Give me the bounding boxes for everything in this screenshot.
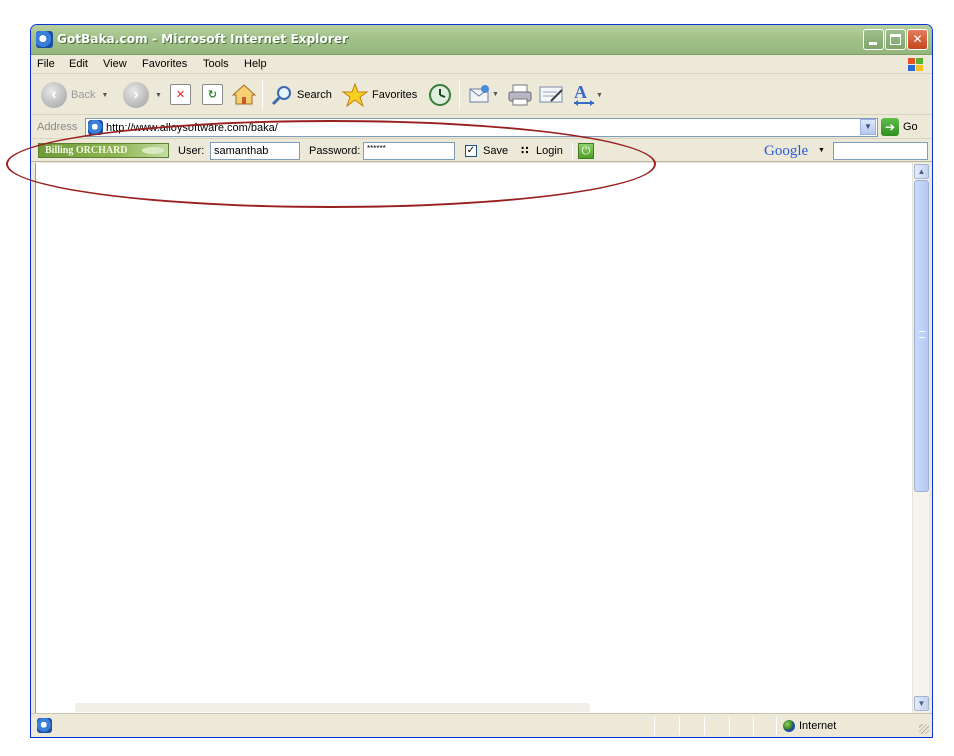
back-arrow-icon: ‹ xyxy=(41,82,67,108)
user-label: User: xyxy=(178,145,205,157)
toolbar-separator xyxy=(459,81,460,109)
history-icon xyxy=(429,84,451,106)
edit-page-icon xyxy=(539,86,563,103)
address-input[interactable]: http://www.alloysoftware.com/baka/ xyxy=(85,118,878,137)
forward-dropdown-icon[interactable]: ▼ xyxy=(155,92,162,99)
status-panel-divider xyxy=(654,717,655,735)
go-button[interactable]: Go xyxy=(903,121,918,133)
billing-orchard-toolbar: Billing ORCHARD User: samanthab Password… xyxy=(31,140,932,162)
page-content xyxy=(35,163,912,713)
windows-flag-icon xyxy=(908,58,923,71)
close-icon: ✕ xyxy=(912,32,923,46)
status-page-icon xyxy=(37,718,52,733)
scroll-thumb[interactable] xyxy=(914,180,929,492)
google-dropdown-icon[interactable]: ▼ xyxy=(818,147,825,154)
back-dropdown-icon[interactable]: ▼ xyxy=(101,92,108,99)
billing-orchard-logo-text: Billing ORCHARD xyxy=(45,145,128,156)
menu-help[interactable]: Help xyxy=(244,58,267,70)
search-icon xyxy=(271,86,291,106)
address-dropdown-icon[interactable]: ▼ xyxy=(860,119,876,135)
history-button[interactable] xyxy=(428,83,452,107)
status-panel-divider xyxy=(704,717,705,735)
ie-icon xyxy=(36,31,53,48)
user-value: samanthab xyxy=(214,145,269,157)
menu-tools[interactable]: Tools xyxy=(203,58,229,70)
google-logo[interactable]: Google xyxy=(764,143,808,159)
security-zone: Internet xyxy=(799,720,837,732)
svg-text:A: A xyxy=(574,82,587,102)
print-button[interactable] xyxy=(507,83,533,107)
power-icon[interactable]: ⏻ xyxy=(578,143,594,159)
standard-toolbar: ‹ Back ▼ › ▼ ✕ ↻ Search Favorites ▼ A ▼ xyxy=(31,75,932,115)
mail-icon xyxy=(469,85,489,103)
save-label[interactable]: Save xyxy=(483,145,508,157)
scroll-up-icon[interactable]: ▲ xyxy=(914,164,929,179)
back-label: Back xyxy=(71,89,96,101)
vertical-scrollbar[interactable]: ▲ ▼ xyxy=(912,163,929,713)
address-bar: Address http://www.alloysoftware.com/bak… xyxy=(31,116,932,139)
printer-icon xyxy=(508,84,532,106)
home-button[interactable] xyxy=(232,83,256,105)
maximize-button[interactable] xyxy=(885,29,906,50)
minimize-icon xyxy=(869,42,877,45)
back-button[interactable]: ‹ Back ▼ xyxy=(41,82,108,108)
password-value: ****** xyxy=(367,144,386,153)
status-panel-divider xyxy=(729,717,730,735)
refresh-button[interactable]: ↻ xyxy=(202,84,223,105)
menu-edit[interactable]: Edit xyxy=(69,58,88,70)
address-url: http://www.alloysoftware.com/baka/ xyxy=(106,122,278,134)
save-checkbox[interactable]: ✓ xyxy=(465,145,477,157)
toolbar-separator xyxy=(262,81,263,109)
billing-orchard-logo[interactable]: Billing ORCHARD xyxy=(38,143,169,158)
login-button[interactable]: Login xyxy=(536,145,563,157)
password-input[interactable]: ****** xyxy=(363,142,455,160)
favorites-button[interactable]: Favorites xyxy=(342,83,417,107)
window-title: GotBaka.com - Microsoft Internet Explore… xyxy=(57,32,349,46)
edit-button[interactable] xyxy=(539,85,565,105)
login-dots-icon: ∷ xyxy=(521,145,529,157)
forward-button[interactable]: › ▼ xyxy=(123,82,162,108)
user-input[interactable]: samanthab xyxy=(210,142,300,160)
status-bar: Internet xyxy=(31,713,932,737)
status-panel-divider xyxy=(753,717,754,735)
go-arrow-icon[interactable]: ➔ xyxy=(881,118,899,136)
status-panel-divider xyxy=(679,717,680,735)
stop-icon: ✕ xyxy=(170,84,191,105)
forward-arrow-icon: › xyxy=(123,82,149,108)
leaf-icon xyxy=(142,147,164,154)
research-dropdown-icon[interactable]: ▼ xyxy=(596,92,603,99)
globe-icon xyxy=(783,720,795,732)
google-logo-text: Google xyxy=(764,143,809,159)
stop-button[interactable]: ✕ xyxy=(170,84,191,105)
menu-view[interactable]: View xyxy=(103,58,127,70)
google-search-input[interactable] xyxy=(833,142,928,160)
toolbar-separator xyxy=(572,143,573,159)
menu-bar: File Edit View Favorites Tools Help xyxy=(31,55,932,74)
menu-file[interactable]: File xyxy=(37,58,55,70)
browser-window: GotBaka.com - Microsoft Internet Explore… xyxy=(30,24,933,738)
status-panel-divider xyxy=(776,717,777,735)
search-label: Search xyxy=(297,89,332,101)
search-button[interactable]: Search xyxy=(271,84,332,106)
mail-dropdown-icon[interactable]: ▼ xyxy=(492,91,499,98)
font-size-icon: A xyxy=(574,82,594,106)
resize-grip-icon[interactable] xyxy=(919,724,929,734)
maximize-icon xyxy=(890,34,901,45)
grip-icon xyxy=(919,331,925,338)
password-label: Password: xyxy=(309,145,361,157)
address-label: Address xyxy=(37,121,78,133)
favorites-star-icon xyxy=(342,83,368,107)
home-icon xyxy=(232,84,256,105)
content-shadow xyxy=(75,703,590,712)
menu-favorites[interactable]: Favorites xyxy=(142,58,187,70)
favorites-label: Favorites xyxy=(372,89,418,101)
research-button[interactable]: A ▼ xyxy=(572,82,603,108)
page-icon xyxy=(88,120,103,135)
refresh-icon: ↻ xyxy=(202,84,223,105)
title-bar[interactable]: GotBaka.com - Microsoft Internet Explore… xyxy=(31,25,932,55)
mail-button[interactable]: ▼ xyxy=(469,84,499,104)
minimize-button[interactable] xyxy=(863,29,884,50)
scroll-down-icon[interactable]: ▼ xyxy=(914,696,929,711)
close-button[interactable]: ✕ xyxy=(907,29,928,50)
